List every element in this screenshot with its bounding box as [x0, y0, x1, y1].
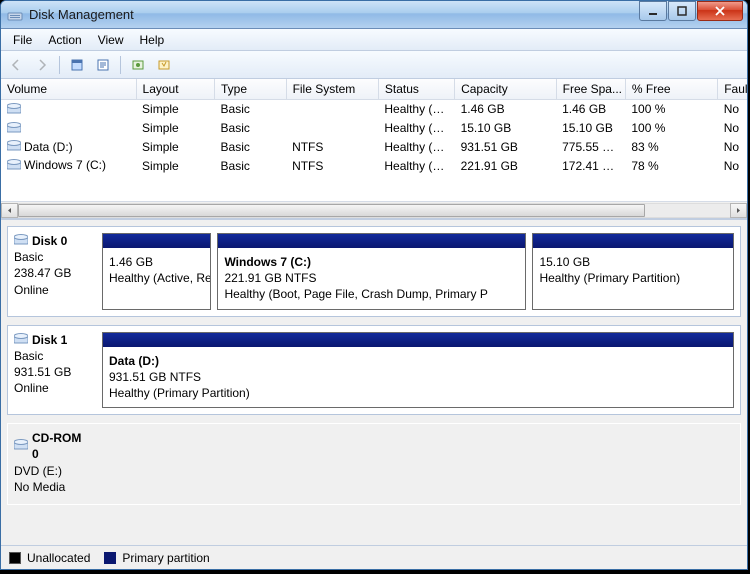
- table-cell: 78 %: [625, 156, 717, 175]
- toolbar-separator: [59, 56, 60, 74]
- menu-file[interactable]: File: [5, 31, 40, 49]
- table-row[interactable]: Windows 7 (C:)SimpleBasicNTFSHealthy (B.…: [1, 156, 747, 175]
- menu-help[interactable]: Help: [132, 31, 173, 49]
- help-button[interactable]: [153, 54, 175, 76]
- table-cell: 221.91 GB: [455, 156, 557, 175]
- disk-map: Disk 0Basic238.47 GBOnline1.46 GBHealthy…: [1, 219, 747, 545]
- partitions: 1.46 GBHealthy (Active, Recovery PWindow…: [96, 227, 740, 316]
- table-cell: Simple: [136, 156, 214, 175]
- volume-list: VolumeLayoutTypeFile SystemStatusCapacit…: [1, 79, 747, 219]
- disk-label: Disk 1Basic931.51 GBOnline: [8, 326, 96, 415]
- legend-unallocated: Unallocated: [9, 551, 90, 565]
- content-area: VolumeLayoutTypeFile SystemStatusCapacit…: [1, 79, 747, 569]
- disk-label: CD-ROM 0DVD (E:)No Media: [8, 424, 96, 504]
- table-cell: No: [718, 119, 747, 138]
- scroll-right-button[interactable]: [730, 203, 747, 218]
- legend-unallocated-label: Unallocated: [27, 551, 90, 565]
- disk-row[interactable]: Disk 1Basic931.51 GBOnlineData (D:)931.5…: [7, 325, 741, 416]
- table-cell: 15.10 GB: [556, 119, 625, 138]
- window-bottom-frame: [1, 569, 747, 570]
- column-header[interactable]: Status: [378, 79, 454, 100]
- refresh-button[interactable]: [92, 54, 114, 76]
- column-header[interactable]: Free Spa...: [556, 79, 625, 100]
- table-cell: Data (D:): [1, 138, 136, 157]
- settings-button[interactable]: [127, 54, 149, 76]
- column-header[interactable]: File System: [286, 79, 378, 100]
- table-cell: Healthy (P...: [378, 138, 454, 157]
- toolbar: [1, 51, 747, 79]
- table-cell: No: [718, 138, 747, 157]
- close-button[interactable]: [697, 1, 743, 21]
- toolbar-separator: [120, 56, 121, 74]
- maximize-button[interactable]: [668, 1, 696, 21]
- table-cell: NTFS: [286, 156, 378, 175]
- table-cell: 172.41 GB: [556, 156, 625, 175]
- table-cell: 931.51 GB: [455, 138, 557, 157]
- table-cell: [1, 100, 136, 119]
- table-cell: Healthy (A...: [378, 100, 454, 119]
- table-cell: Healthy (B...: [378, 156, 454, 175]
- horizontal-scrollbar[interactable]: [1, 201, 747, 218]
- column-header[interactable]: Capacity: [455, 79, 557, 100]
- legend-primary-label: Primary partition: [122, 551, 209, 565]
- app-icon: [7, 7, 23, 23]
- table-cell: Simple: [136, 100, 214, 119]
- table-cell: 1.46 GB: [455, 100, 557, 119]
- table-row[interactable]: Data (D:)SimpleBasicNTFSHealthy (P...931…: [1, 138, 747, 157]
- table-cell: Healthy (P...: [378, 119, 454, 138]
- disk-label: Disk 0Basic238.47 GBOnline: [8, 227, 96, 316]
- table-cell: Windows 7 (C:): [1, 156, 136, 175]
- titlebar[interactable]: Disk Management: [1, 1, 747, 29]
- disk-row[interactable]: CD-ROM 0DVD (E:)No Media: [7, 423, 741, 505]
- disk-row[interactable]: Disk 0Basic238.47 GBOnline1.46 GBHealthy…: [7, 226, 741, 317]
- table-cell: Simple: [136, 138, 214, 157]
- partitions: Data (D:)931.51 GB NTFSHealthy (Primary …: [96, 326, 740, 415]
- window-controls: [638, 1, 743, 21]
- menu-action[interactable]: Action: [40, 31, 89, 49]
- table-cell: Basic: [215, 100, 287, 119]
- menu-view[interactable]: View: [90, 31, 132, 49]
- properties-button[interactable]: [66, 54, 88, 76]
- partition[interactable]: Windows 7 (C:)221.91 GB NTFSHealthy (Boo…: [217, 233, 526, 310]
- table-cell: Basic: [215, 156, 287, 175]
- minimize-button[interactable]: [639, 1, 667, 21]
- partition[interactable]: Data (D:)931.51 GB NTFSHealthy (Primary …: [102, 332, 734, 409]
- table-cell: No: [718, 156, 747, 175]
- partition[interactable]: 15.10 GBHealthy (Primary Partition): [532, 233, 734, 310]
- legend-primary: Primary partition: [104, 551, 209, 565]
- volume-table[interactable]: VolumeLayoutTypeFile SystemStatusCapacit…: [1, 79, 747, 175]
- column-header[interactable]: Layout: [136, 79, 214, 100]
- table-cell: Simple: [136, 119, 214, 138]
- table-cell: Basic: [215, 138, 287, 157]
- table-cell: Basic: [215, 119, 287, 138]
- column-header[interactable]: Fault Tolerance: [718, 79, 747, 100]
- table-cell: 1.46 GB: [556, 100, 625, 119]
- table-cell: 100 %: [625, 119, 717, 138]
- table-cell: [286, 100, 378, 119]
- table-row[interactable]: SimpleBasicHealthy (P...15.10 GB15.10 GB…: [1, 119, 747, 138]
- forward-button: [31, 54, 53, 76]
- scrollbar-thumb[interactable]: [18, 204, 645, 217]
- table-cell: [286, 119, 378, 138]
- window-title: Disk Management: [29, 7, 638, 22]
- scrollbar-track[interactable]: [18, 203, 730, 218]
- scroll-left-button[interactable]: [1, 203, 18, 218]
- table-cell: 15.10 GB: [455, 119, 557, 138]
- table-cell: 775.55 GB: [556, 138, 625, 157]
- legend: Unallocated Primary partition: [1, 545, 747, 569]
- column-header[interactable]: Type: [215, 79, 287, 100]
- back-button: [5, 54, 27, 76]
- menubar: File Action View Help: [1, 29, 747, 51]
- table-cell: [1, 119, 136, 138]
- table-cell: NTFS: [286, 138, 378, 157]
- column-header[interactable]: % Free: [625, 79, 717, 100]
- column-header[interactable]: Volume: [1, 79, 136, 100]
- table-row[interactable]: SimpleBasicHealthy (A...1.46 GB1.46 GB10…: [1, 100, 747, 119]
- table-cell: 100 %: [625, 100, 717, 119]
- partition[interactable]: 1.46 GBHealthy (Active, Recovery P: [102, 233, 211, 310]
- table-cell: No: [718, 100, 747, 119]
- disk-management-window: Disk Management File Action View Help: [0, 0, 748, 570]
- table-cell: 83 %: [625, 138, 717, 157]
